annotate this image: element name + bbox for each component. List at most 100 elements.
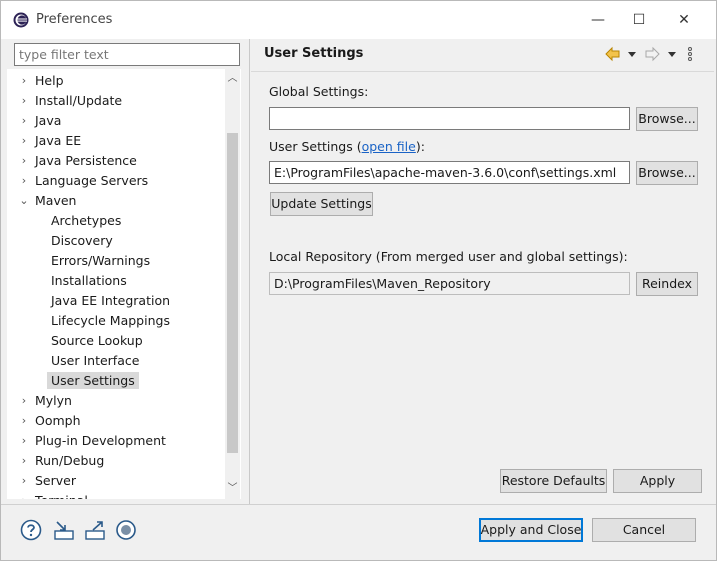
tree-item[interactable]: › Server	[22, 471, 76, 491]
tree-item[interactable]: ⌄ Maven	[19, 191, 77, 211]
back-arrow-icon[interactable]	[605, 45, 621, 63]
collapsed-chevron-icon[interactable]: ›	[18, 471, 30, 491]
tree-item[interactable]: › Mylyn	[22, 391, 72, 411]
window-title: Preferences	[36, 12, 113, 27]
page-title: User Settings	[264, 46, 364, 61]
minimize-button[interactable]: —	[583, 7, 613, 33]
pane-divider[interactable]	[249, 39, 250, 504]
title-bar: Preferences — ☐ ✕	[1, 1, 716, 39]
tree-item-label: Terminal	[35, 493, 88, 499]
update-settings-button[interactable]: Update Settings	[270, 192, 373, 216]
tree-item-label: Server	[35, 473, 76, 488]
tree-item-label: Archetypes	[51, 213, 122, 228]
collapsed-chevron-icon[interactable]: ›	[18, 91, 30, 111]
tree-item[interactable]: Discovery	[51, 231, 113, 251]
tree-item-label: Discovery	[51, 233, 113, 248]
tree-item-label: Plug-in Development	[35, 433, 166, 448]
tree-item-label: Oomph	[35, 413, 81, 428]
tree-item[interactable]: › Java EE	[22, 131, 82, 151]
tree-item-label: Java EE Integration	[51, 293, 171, 308]
collapsed-chevron-icon[interactable]: ›	[18, 491, 30, 499]
tree-item-label: Install/Update	[35, 93, 123, 108]
header-separator	[251, 71, 714, 72]
more-menu-icon[interactable]	[687, 45, 693, 63]
tree-item[interactable]: › Java	[22, 111, 62, 131]
tree-item[interactable]: Installations	[51, 271, 127, 291]
collapsed-chevron-icon[interactable]: ›	[18, 411, 30, 431]
tree-item-label: Maven	[35, 193, 77, 208]
collapsed-chevron-icon[interactable]: ›	[18, 451, 30, 471]
tree-item-label: User Settings	[47, 372, 139, 389]
eclipse-icon	[13, 12, 29, 28]
tree-item-label: Source Lookup	[51, 333, 143, 348]
tree-item[interactable]: › Oomph	[22, 411, 81, 431]
tree-item-label: Lifecycle Mappings	[51, 313, 170, 328]
user-settings-label: User Settings (open file):	[269, 139, 425, 154]
tree-item-label: User Interface	[51, 353, 140, 368]
tree-item[interactable]: › Help	[22, 71, 64, 91]
close-button[interactable]: ✕	[669, 7, 699, 33]
footer-separator	[1, 504, 716, 505]
forward-arrow-icon[interactable]	[644, 45, 660, 63]
global-browse-button[interactable]: Browse...	[636, 107, 698, 131]
tree-item[interactable]: › Java Persistence	[22, 151, 137, 171]
import-icon[interactable]	[53, 519, 75, 541]
help-icon[interactable]	[20, 519, 42, 541]
open-file-link[interactable]: open file	[362, 139, 416, 154]
expanded-chevron-icon[interactable]: ⌄	[18, 191, 30, 211]
cancel-button[interactable]: Cancel	[592, 518, 696, 542]
filter-input[interactable]	[14, 43, 240, 66]
tree-item-label: Mylyn	[35, 393, 72, 408]
global-settings-label: Global Settings:	[269, 84, 369, 99]
collapsed-chevron-icon[interactable]: ›	[18, 151, 30, 171]
tree-item[interactable]: Source Lookup	[51, 331, 143, 351]
collapsed-chevron-icon[interactable]: ›	[18, 131, 30, 151]
apply-button[interactable]: Apply	[613, 469, 702, 493]
tree-item[interactable]: User Settings	[47, 371, 139, 391]
maximize-button[interactable]: ☐	[624, 7, 654, 33]
tree-item-label: Help	[35, 73, 64, 88]
record-icon[interactable]	[115, 519, 137, 541]
tree-item-label: Run/Debug	[35, 453, 105, 468]
scroll-down-icon[interactable]: ﹀	[225, 481, 240, 497]
tree-item[interactable]: › Run/Debug	[22, 451, 105, 471]
collapsed-chevron-icon[interactable]: ›	[18, 111, 30, 131]
tree-item-label: Java EE	[35, 133, 82, 148]
tree-item[interactable]: › Language Servers	[22, 171, 149, 191]
user-settings-label-text: User Settings (	[269, 139, 362, 154]
tree-item-label: Language Servers	[35, 173, 149, 188]
reindex-button[interactable]: Reindex	[636, 272, 698, 296]
user-browse-button[interactable]: Browse...	[636, 161, 698, 185]
tree-item[interactable]: ›Terminal	[22, 491, 88, 499]
scroll-thumb[interactable]	[227, 133, 238, 453]
restore-defaults-button[interactable]: Restore Defaults	[500, 469, 607, 493]
global-settings-field[interactable]	[269, 107, 630, 130]
back-dropdown-icon[interactable]	[627, 45, 637, 63]
collapsed-chevron-icon[interactable]: ›	[18, 431, 30, 451]
collapsed-chevron-icon[interactable]: ›	[18, 171, 30, 191]
local-repository-label: Local Repository (From merged user and g…	[269, 249, 628, 264]
tree-item[interactable]: Errors/Warnings	[51, 251, 150, 271]
preferences-dialog: Preferences — ☐ ✕ ›Help›Install/Update›J…	[0, 0, 717, 561]
tree-item[interactable]: › Plug-in Development	[22, 431, 166, 451]
export-icon[interactable]	[84, 519, 106, 541]
tree-item-label: Java	[35, 113, 62, 128]
preferences-tree: › Help › Install/Update › Java › Java EE › Java P…	[7, 69, 241, 499]
tree-item[interactable]: Java EE Integration	[51, 291, 170, 311]
apply-and-close-button[interactable]: Apply and Close	[479, 518, 583, 542]
collapsed-chevron-icon[interactable]: ›	[18, 391, 30, 411]
local-repository-field[interactable]: D:\ProgramFiles\Maven_Repository	[269, 272, 630, 295]
tree-scrollbar[interactable]: ︿ ﹀	[225, 69, 240, 499]
tree-item-label: Errors/Warnings	[51, 253, 151, 268]
user-settings-label-end: ):	[415, 139, 425, 154]
tree-item[interactable]: Lifecycle Mappings	[51, 311, 170, 331]
collapsed-chevron-icon[interactable]: ›	[18, 71, 30, 91]
tree-item[interactable]: User Interface	[51, 351, 139, 371]
tree-item[interactable]: › Install/Update	[22, 91, 123, 111]
user-settings-field[interactable]: E:\ProgramFiles\apache-maven-3.6.0\conf\…	[269, 161, 630, 184]
forward-dropdown-icon[interactable]	[667, 45, 677, 63]
tree-item[interactable]: Archetypes	[51, 211, 121, 231]
tree-item-label: Installations	[51, 273, 127, 288]
tree-item-label: Java Persistence	[35, 153, 137, 168]
scroll-up-icon[interactable]: ︿	[225, 71, 240, 87]
